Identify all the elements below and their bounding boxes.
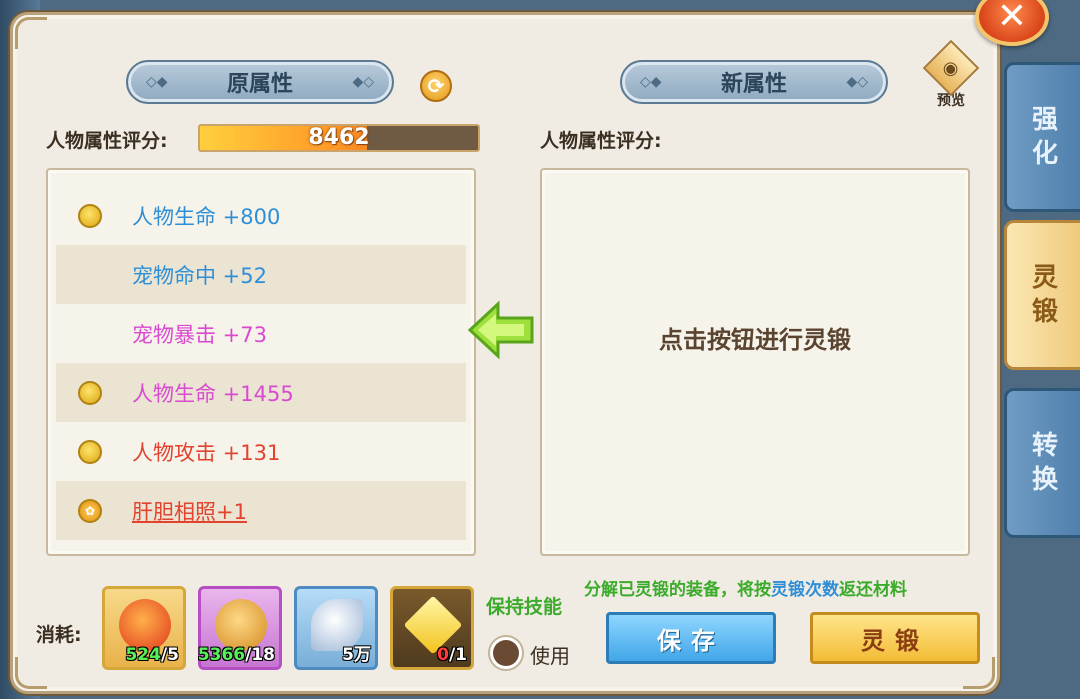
attribute-row: 宠物暴击 +73 [56, 304, 466, 363]
right-score-label: 人物属性评分: [540, 130, 662, 152]
cost-item-count: 0/1 [437, 645, 467, 665]
save-button[interactable]: 保存 [606, 612, 776, 664]
attribute-text[interactable]: 肝胆相照+1 [132, 496, 247, 526]
score-bar: 8462 [198, 124, 480, 152]
gold-dot-icon [78, 440, 102, 464]
panel-corner-ornament [15, 657, 47, 689]
tab-enhance-label: 强化 [1031, 105, 1058, 169]
attribute-text: 宠物暴击 +73 [132, 322, 267, 347]
eye-icon: ◉ [922, 39, 980, 97]
radio-dot [493, 640, 519, 666]
tab-forge-label: 灵锻 [1031, 263, 1058, 327]
arrow-left-icon [468, 300, 534, 360]
gold-dot-icon [78, 204, 102, 228]
cost-item-count: 524/5 [125, 645, 179, 665]
original-attributes-header: ◇◆ 原属性 ◆◇ [126, 60, 394, 104]
ornament-icon: ◆◇ [846, 74, 868, 90]
attribute-row: 人物攻击 +131 [56, 422, 466, 481]
ornament-icon: ◇◆ [640, 74, 662, 90]
cost-item-leaf-crystal[interactable]: 5万 [294, 586, 378, 670]
ornament-icon: ◆◇ [352, 74, 374, 90]
attribute-text: 人物生命 +800 [132, 204, 281, 229]
original-attributes-box: 人物生命 +800 宠物命中 +52 宠物暴击 +73 人物生命 +1455 人物攻击 … [46, 168, 476, 556]
tab-forge[interactable]: 灵锻 [1004, 220, 1080, 370]
new-attributes-box: 点击按钮进行灵锻 [540, 168, 970, 556]
attribute-row: 宠物命中 +52 [56, 245, 466, 304]
panel-corner-ornament [15, 17, 47, 49]
cost-item-count: 5366/18 [197, 645, 275, 665]
attribute-text: 人物生命 +1455 [132, 381, 294, 406]
attribute-row: 人物生命 +1455 [56, 363, 466, 422]
forge-button[interactable]: 灵锻 [810, 612, 980, 664]
use-skill-radio[interactable] [488, 635, 524, 671]
keep-skill-label: 保持技能 [486, 596, 563, 618]
tab-enhance[interactable]: 强化 [1004, 62, 1080, 212]
original-attributes-title: 原属性 [226, 72, 293, 97]
refresh-icon[interactable]: ⟳ [420, 70, 452, 102]
forge-placeholder-text: 点击按钮进行灵锻 [659, 326, 851, 354]
cost-item-gold-gem[interactable]: 0/1 [390, 586, 474, 670]
paw-icon: ✿ [78, 499, 102, 523]
attribute-text: 宠物命中 +52 [132, 263, 267, 288]
tab-convert[interactable]: 转换 [1004, 388, 1080, 538]
attribute-text: 人物攻击 +131 [132, 440, 281, 465]
score-value: 8462 [308, 125, 370, 150]
attribute-row: ✿ 肝胆相照+1 [56, 481, 466, 540]
tab-convert-label: 转换 [1031, 431, 1058, 495]
attribute-list: 人物生命 +800 宠物命中 +52 宠物暴击 +73 人物生命 +1455 人物攻击 … [56, 186, 466, 540]
new-attributes-header: ◇◆ 新属性 ◆◇ [620, 60, 888, 104]
cost-item-paw-orb[interactable]: 524/5 [102, 586, 186, 670]
decompose-notice: 分解已灵锻的装备，将按灵锻次数返还材料 [584, 580, 907, 600]
cost-label: 消耗: [36, 624, 82, 646]
attribute-row: 人物生命 +800 [56, 186, 466, 245]
ornament-icon: ◇◆ [146, 74, 168, 90]
gold-dot-icon [78, 381, 102, 405]
use-skill-label: 使用 [530, 644, 570, 668]
paw-orb-icon [119, 599, 171, 651]
swirl-stone-icon [215, 599, 267, 651]
cost-item-swirl-stone[interactable]: 5366/18 [198, 586, 282, 670]
preview-button[interactable]: ◉ 预览 [922, 39, 980, 110]
cost-item-count: 5万 [342, 645, 371, 665]
new-attributes-title: 新属性 [720, 72, 787, 97]
left-score-label: 人物属性评分: [46, 130, 168, 152]
